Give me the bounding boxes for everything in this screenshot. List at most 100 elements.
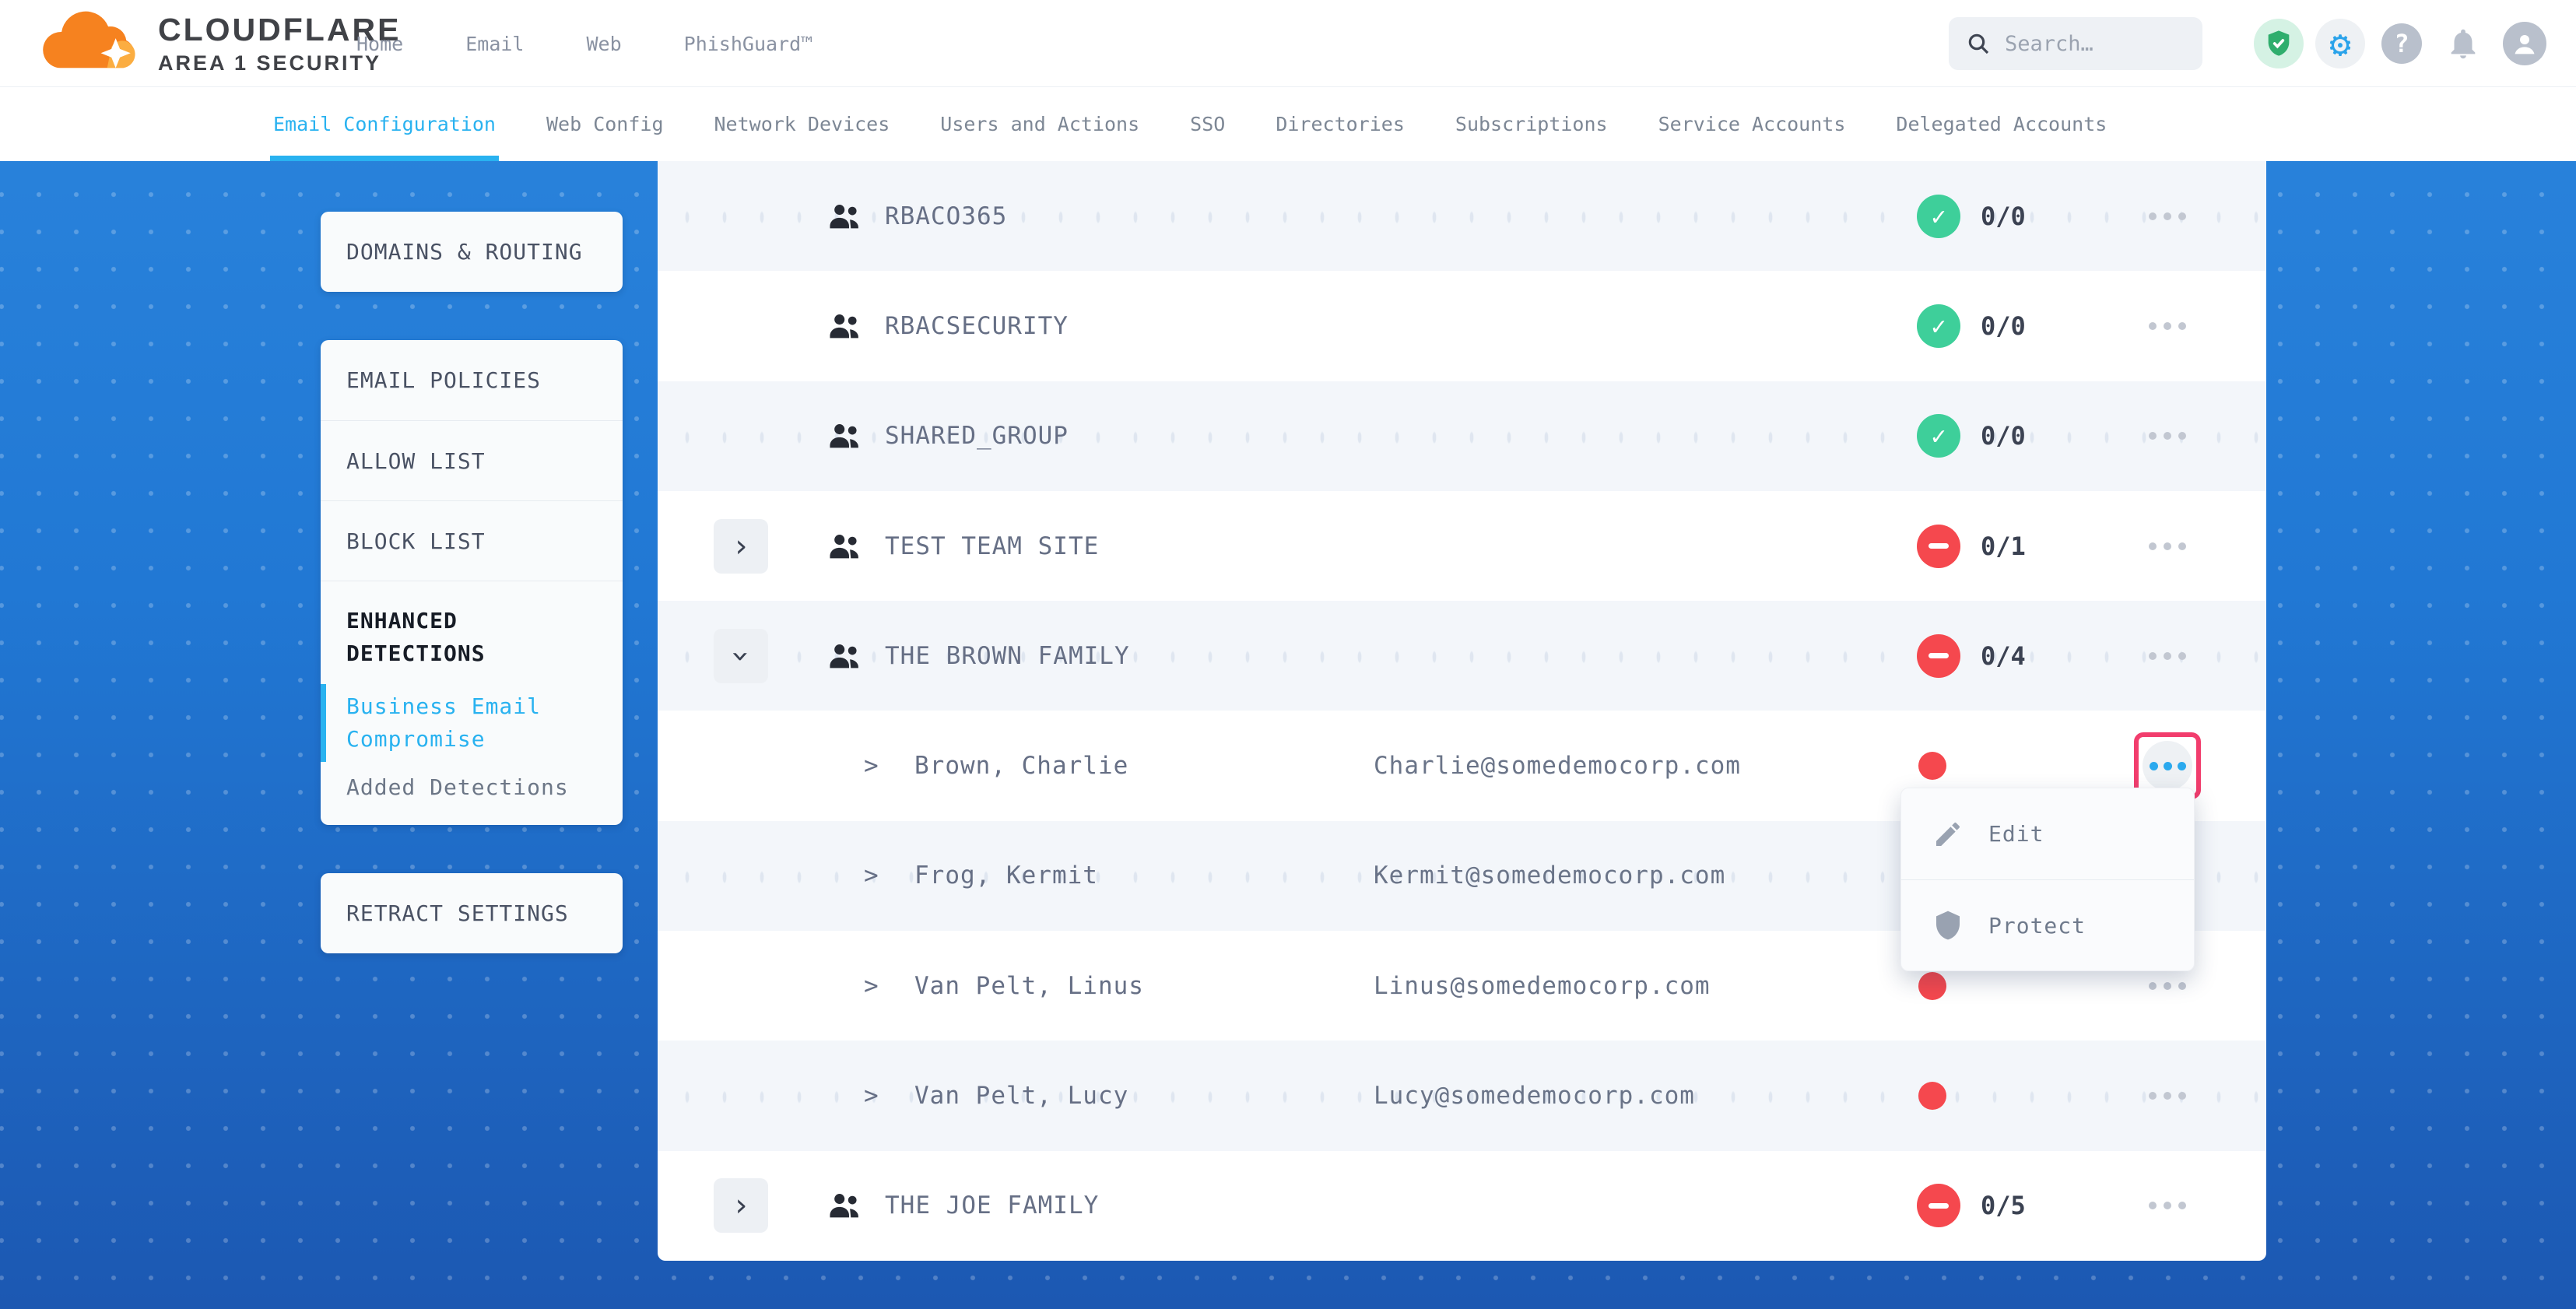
group-icon (827, 1190, 863, 1221)
member-count: 0/0 (1981, 202, 2026, 231)
tab-service-accounts[interactable]: Service Accounts (1658, 87, 1846, 161)
status-blocked-icon (1917, 525, 1960, 568)
chevron-right-icon: › (732, 1190, 750, 1221)
member-count: 0/0 (1981, 421, 2026, 451)
group-name: RBACO365 (885, 202, 1007, 230)
shield-check-icon[interactable] (2254, 19, 2304, 68)
user-arrow-icon: > (864, 862, 879, 890)
menu-item-label: Protect (1988, 913, 2086, 939)
secondary-tabs: Email Configuration Web Config Network D… (0, 87, 2576, 161)
status-ok-icon: ✓ (1917, 414, 1960, 458)
nav-item-home[interactable]: Home (356, 33, 403, 55)
group-name: THE JOE FAMILY (885, 1191, 1099, 1220)
nav-item-phishguard[interactable]: PhishGuard™ (684, 33, 813, 55)
member-count: 0/1 (1981, 532, 2026, 561)
sidebar-item-enhanced-detections[interactable]: ENHANCED DETECTIONS (346, 605, 597, 670)
user-arrow-icon: > (864, 1082, 879, 1110)
more-options-icon[interactable] (2132, 523, 2202, 570)
status-blocked-icon (1917, 634, 1960, 678)
sidebar-item-email-policies[interactable]: EMAIL POLICIES (321, 340, 623, 420)
group-name: TEST TEAM SITE (885, 532, 1099, 560)
table-row-user: > Van Pelt, Lucy Lucy@somedemocorp.com (658, 1041, 2266, 1150)
more-options-icon[interactable] (2132, 412, 2202, 459)
more-options-icon-active[interactable] (2143, 741, 2192, 791)
user-name: Brown, Charlie (914, 752, 1128, 780)
nav-item-web[interactable]: Web (586, 33, 621, 55)
group-name: THE BROWN FAMILY (885, 642, 1130, 670)
sidebar-card-retract: RETRACT SETTINGS (321, 873, 623, 953)
tab-email-configuration[interactable]: Email Configuration (273, 87, 496, 161)
sidebar-section-enhanced-detections: ENHANCED DETECTIONS Business Email Compr… (321, 581, 623, 825)
tab-web-config[interactable]: Web Config (546, 87, 664, 161)
sidebar-item-retract-settings[interactable]: RETRACT SETTINGS (321, 873, 623, 953)
sidebar-item-allow-list[interactable]: ALLOW LIST (321, 420, 623, 500)
settings-gear-icon[interactable]: ⚙ (2315, 19, 2365, 68)
table-row-group: RBACO365 ✓ 0/0 (658, 161, 2266, 271)
pencil-icon (1932, 819, 1964, 850)
group-icon (827, 420, 863, 451)
header-icon-group: ⚙ ? (2254, 19, 2550, 68)
groups-table: RBACO365 ✓ 0/0 RBACSECURITY ✓ 0/0 SHARED… (658, 161, 2266, 1261)
group-icon (827, 531, 863, 562)
sidebar-card-policies: EMAIL POLICIES ALLOW LIST BLOCK LIST ENH… (321, 340, 623, 825)
user-email: Kermit@somedemocorp.com (1374, 862, 1725, 890)
tab-sso[interactable]: SSO (1190, 87, 1225, 161)
account-icon[interactable] (2500, 19, 2550, 68)
tab-subscriptions[interactable]: Subscriptions (1455, 87, 1608, 161)
group-icon (827, 640, 863, 672)
user-email: Charlie@somedemocorp.com (1374, 752, 1741, 780)
user-name: Van Pelt, Linus (914, 972, 1144, 1000)
menu-item-label: Edit (1988, 821, 2044, 847)
primary-nav: Home Email Web PhishGuard™ (356, 0, 812, 87)
table-row-group: › THE BROWN FAMILY 0/4 (658, 601, 2266, 711)
shield-icon (1932, 910, 1964, 941)
more-options-icon[interactable] (2132, 1072, 2202, 1119)
user-email: Linus@somedemocorp.com (1374, 972, 1711, 1000)
status-blocked-icon (1917, 1184, 1960, 1227)
sidebar-item-block-list[interactable]: BLOCK LIST (321, 500, 623, 581)
table-row-group: › TEST TEAM SITE 0/1 (658, 491, 2266, 601)
tab-users-and-actions[interactable]: Users and Actions (940, 87, 1139, 161)
group-icon (827, 311, 863, 342)
cloudflare-cloud-icon (35, 5, 152, 82)
nav-item-email[interactable]: Email (465, 33, 524, 55)
more-options-icon[interactable] (2132, 633, 2202, 679)
bell-icon[interactable] (2438, 19, 2488, 68)
chevron-down-icon: › (725, 647, 756, 665)
collapse-button[interactable]: › (714, 629, 768, 683)
tab-network-devices[interactable]: Network Devices (714, 87, 890, 161)
sidebar-item-business-email-compromise[interactable]: Business Email Compromise (346, 690, 597, 756)
status-ok-icon: ✓ (1917, 304, 1960, 348)
expand-button[interactable]: › (714, 1178, 768, 1233)
search-icon (1966, 31, 1991, 56)
status-red-dot (1918, 972, 1946, 1000)
brand: CLOUDFLARE AREA 1 SECURITY (35, 5, 401, 82)
user-name: Frog, Kermit (914, 862, 1098, 890)
status-ok-icon: ✓ (1917, 195, 1960, 238)
top-header: CLOUDFLARE AREA 1 SECURITY Home Email We… (0, 0, 2576, 87)
menu-item-protect[interactable]: Protect (1901, 879, 2194, 970)
sidebar: DOMAINS & ROUTING EMAIL POLICIES ALLOW L… (321, 212, 623, 953)
table-row-group: › THE JOE FAMILY 0/5 (658, 1151, 2266, 1261)
menu-item-edit[interactable]: Edit (1901, 788, 2194, 879)
more-options-icon[interactable] (2132, 1182, 2202, 1229)
user-email: Lucy@somedemocorp.com (1374, 1082, 1695, 1110)
status-red-dot (1918, 752, 1946, 780)
group-icon (827, 201, 863, 232)
more-options-icon[interactable] (2132, 193, 2202, 240)
group-name: RBACSECURITY (885, 312, 1069, 340)
sidebar-item-domains-routing[interactable]: DOMAINS & ROUTING (321, 212, 623, 292)
search-input[interactable] (2005, 32, 2184, 56)
tab-delegated-accounts[interactable]: Delegated Accounts (1896, 87, 2107, 161)
expand-button[interactable]: › (714, 519, 768, 574)
user-name: Van Pelt, Lucy (914, 1082, 1128, 1110)
tab-directories[interactable]: Directories (1276, 87, 1405, 161)
sidebar-card-domains: DOMAINS & ROUTING (321, 212, 623, 292)
more-options-icon[interactable] (2132, 303, 2202, 349)
search-box[interactable] (1949, 17, 2202, 70)
member-count: 0/5 (1981, 1191, 2026, 1220)
help-icon[interactable]: ? (2377, 19, 2427, 68)
sidebar-item-added-detections[interactable]: Added Detections (346, 774, 597, 800)
row-context-menu: Edit Protect (1900, 788, 2195, 971)
page: CLOUDFLARE AREA 1 SECURITY Home Email We… (0, 0, 2576, 1309)
